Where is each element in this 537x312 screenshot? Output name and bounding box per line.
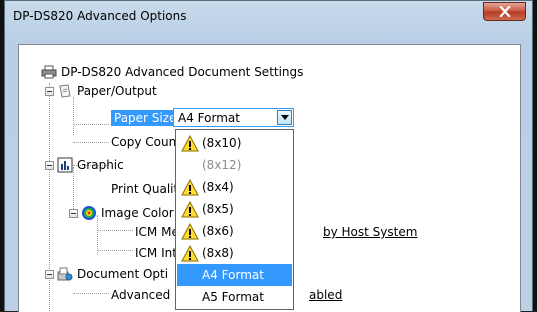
paper-output-label: Paper/Output	[77, 84, 157, 98]
dropdown-option[interactable]: A5 Format	[177, 286, 292, 308]
window-title: DP-DS820 Advanced Options	[13, 9, 187, 23]
graphic-chart-icon	[57, 157, 73, 173]
paper-size-select[interactable]: A4 Format	[173, 108, 294, 127]
tree-line	[73, 293, 109, 295]
tree-node-document-options[interactable]: Document Opti	[57, 265, 168, 283]
dropdown-option-highlighted[interactable]: A4 Format	[177, 264, 292, 286]
paper-icon	[59, 84, 71, 98]
warning-icon	[181, 244, 199, 261]
close-button[interactable]	[483, 2, 526, 21]
tree-line	[73, 142, 109, 144]
dropdown-option-label: A5 Format	[202, 290, 264, 304]
tree-node-graphic[interactable]: Graphic	[57, 156, 124, 174]
advanced-value-text: abled	[309, 288, 343, 302]
tree-line	[73, 97, 75, 135]
chevron-down-icon	[280, 115, 289, 120]
dropdown-option-label: (8x4)	[202, 180, 234, 194]
icm-method-value[interactable]: by Host System	[323, 223, 417, 241]
graphic-label: Graphic	[77, 158, 124, 172]
advanced-label: Advanced P	[111, 288, 182, 302]
warning-icon	[181, 134, 199, 151]
dropdown-option-label: (8x12)	[202, 158, 242, 172]
dropdown-arrow-button[interactable]	[277, 110, 292, 125]
tree-node-paper-output[interactable]: Paper/Output	[57, 82, 157, 100]
tree-root-label: DP-DS820 Advanced Document Settings	[61, 65, 304, 79]
background-right	[533, 0, 537, 311]
title-bar[interactable]: DP-DS820 Advanced Options	[5, 1, 532, 33]
dropdown-option-label: (8x8)	[202, 246, 234, 260]
dropdown-option[interactable]: (8x10)	[177, 132, 292, 154]
paper-size-dropdown-list[interactable]: (8x10) (8x12) (8x4) (8x5) (8x6) (8x8) A4…	[175, 129, 294, 310]
dropdown-option[interactable]: (8x6)	[177, 220, 292, 242]
collapse-paper-output-icon[interactable]	[45, 87, 54, 96]
dropdown-option-label: (8x10)	[202, 136, 242, 150]
document-options-label: Document Opti	[77, 267, 169, 281]
image-color-label: Image Color	[101, 206, 174, 220]
dropdown-option[interactable]: (8x5)	[177, 198, 292, 220]
advanced-options-window: DP-DS820 Advanced Options DP-DS820 Advan…	[4, 0, 533, 312]
dropdown-option[interactable]: (8x4)	[177, 176, 292, 198]
tree-line	[73, 124, 109, 126]
icm-method-value-text: by Host System	[323, 225, 418, 239]
collapse-document-options-icon[interactable]	[45, 270, 54, 279]
warning-icon	[181, 200, 199, 217]
tree-line	[97, 250, 133, 252]
dropdown-option-label: (8x5)	[202, 202, 234, 216]
tree-line	[97, 230, 133, 232]
paper-size-value: A4 Format	[178, 111, 240, 125]
printer-icon	[41, 65, 57, 79]
copy-count-label: Copy Count	[111, 135, 181, 149]
tree-node-advanced[interactable]: Advanced P	[111, 286, 181, 304]
dropdown-option[interactable]: (8x8)	[177, 242, 292, 264]
document-options-icon	[57, 267, 73, 281]
warning-icon	[181, 222, 199, 239]
close-icon	[498, 6, 511, 17]
tree-root[interactable]: DP-DS820 Advanced Document Settings	[41, 63, 303, 81]
tree-node-image-color[interactable]: Image Color	[81, 204, 174, 222]
dropdown-option-label: (8x6)	[202, 224, 234, 238]
dropdown-option-label: A4 Format	[202, 268, 264, 282]
tree-node-copy-count[interactable]: Copy Count	[111, 133, 181, 151]
color-wheel-icon	[82, 206, 96, 220]
warning-icon	[181, 178, 199, 195]
collapse-image-color-icon[interactable]	[69, 209, 78, 218]
advanced-value[interactable]: abled	[309, 286, 342, 304]
collapse-graphic-icon[interactable]	[45, 161, 54, 170]
dropdown-option: (8x12)	[177, 154, 292, 176]
